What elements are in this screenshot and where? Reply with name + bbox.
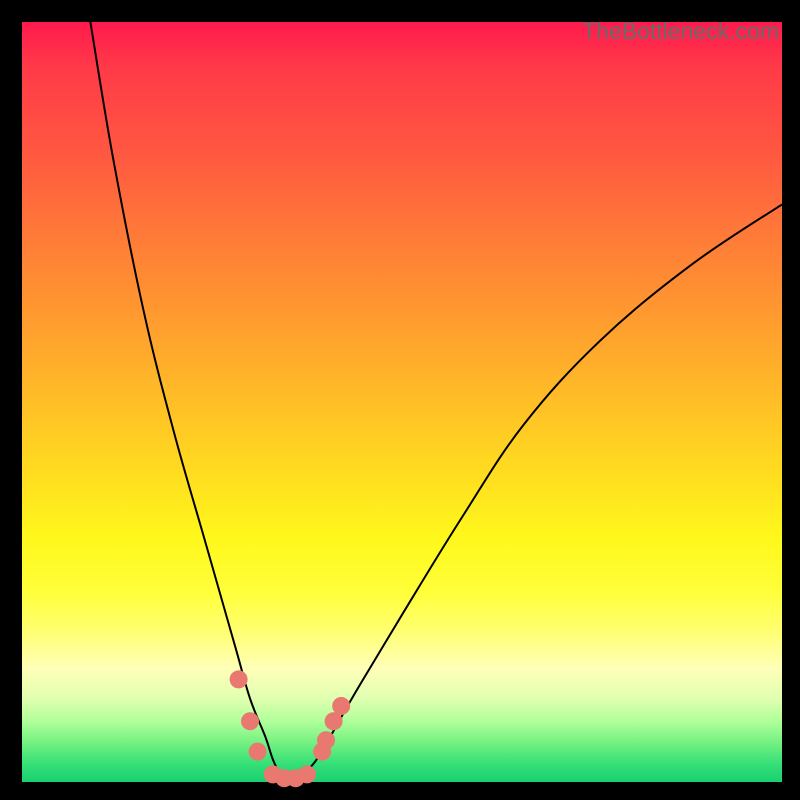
data-marker	[317, 731, 335, 749]
bottleneck-curve	[90, 22, 782, 778]
data-marker	[241, 712, 259, 730]
data-marker	[249, 743, 267, 761]
data-marker	[298, 765, 316, 783]
chart-area: TheBottleneck.com	[22, 22, 782, 782]
data-marker	[230, 670, 248, 688]
data-marker	[332, 697, 350, 715]
curve-layer	[22, 22, 782, 782]
